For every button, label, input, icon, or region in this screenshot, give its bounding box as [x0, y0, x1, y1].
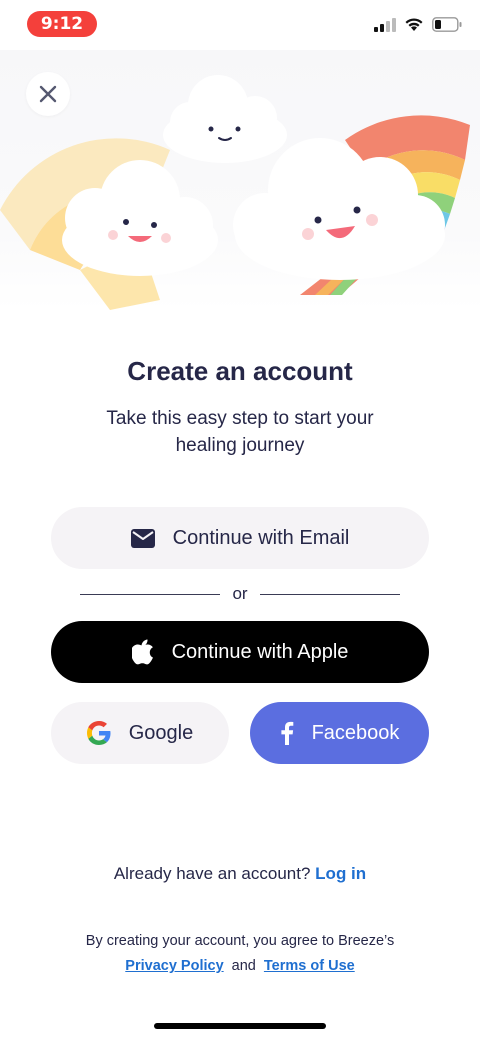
google-button[interactable]: Google — [51, 702, 229, 764]
battery-icon — [432, 17, 462, 32]
clouds-rainbow-illustration — [0, 75, 470, 310]
divider-or-text: or — [232, 584, 248, 603]
google-icon — [86, 721, 111, 745]
login-link[interactable]: Log in — [315, 864, 366, 883]
hero-illustration — [0, 50, 480, 310]
legal-text: By creating your account, you agree to B… — [85, 933, 395, 949]
google-button-label: Google — [128, 721, 194, 744]
or-divider: or — [80, 584, 400, 604]
page-title: Create an account — [127, 356, 353, 386]
envelope-icon — [130, 528, 155, 548]
facebook-button-label: Facebook — [311, 721, 400, 744]
continue-with-apple-button[interactable]: Continue with Apple — [51, 621, 429, 683]
legal-notice: By creating your account, you agree to B… — [0, 929, 480, 979]
status-time: 9:12 — [27, 11, 97, 37]
legal-links: Privacy Policy and Terms of Use — [0, 954, 480, 979]
facebook-button[interactable]: Facebook — [250, 702, 429, 764]
login-prompt: Already have an account? Log in — [0, 864, 480, 884]
home-indicator[interactable] — [154, 1023, 326, 1029]
privacy-policy-link[interactable]: Privacy Policy — [125, 958, 223, 974]
close-icon — [39, 85, 57, 103]
status-icons — [374, 17, 462, 32]
terms-of-use-link[interactable]: Terms of Use — [264, 958, 355, 974]
apple-icon — [131, 639, 153, 665]
wifi-icon — [405, 18, 423, 31]
email-button-label: Continue with Email — [172, 526, 350, 549]
close-button[interactable] — [26, 72, 70, 116]
login-prompt-text: Already have an account? — [113, 864, 311, 883]
status-bar: 9:12 — [0, 0, 480, 50]
apple-button-label: Continue with Apple — [171, 640, 349, 663]
divider-line-right — [259, 593, 400, 595]
divider-line-left — [80, 593, 221, 595]
signal-icon — [374, 17, 396, 32]
page-subtitle: Take this easy step to start your healin… — [106, 408, 374, 456]
legal-and-text: and — [231, 958, 256, 974]
facebook-icon — [280, 721, 293, 745]
continue-with-email-button[interactable]: Continue with Email — [51, 507, 429, 569]
